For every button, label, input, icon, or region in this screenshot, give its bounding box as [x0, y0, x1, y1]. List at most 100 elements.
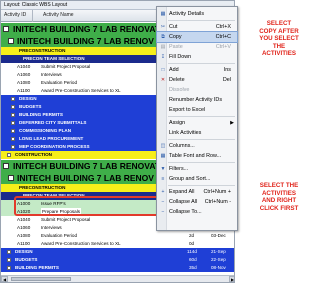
menu-item-cut[interactable]: ✂ Cut Ctrl+X — [157, 22, 237, 32]
wbs-name: BUDGETS — [15, 257, 38, 262]
annotation-note-bottom: SELECT THE ACTIVITIES AND RIGHT CLICK FI… — [259, 182, 299, 212]
menu-item-group-sort[interactable]: ≡ Group and Sort... — [157, 174, 237, 184]
wbs-row-precon-team[interactable]: PRECON TEAM SELECTION — [1, 55, 158, 63]
collapse-toggle[interactable] — [3, 163, 9, 169]
activity-name: Submit Project Proposal — [41, 217, 91, 222]
menu-item-renumber[interactable]: Renumber Activity IDs — [157, 95, 237, 105]
menu-item-export-excel[interactable]: Export to Excel — [157, 105, 237, 115]
wbs-row-design[interactable]: DESIGN — [1, 95, 158, 103]
expand-toggle[interactable] — [11, 137, 15, 141]
menu-item-assign[interactable]: Assign ▶ — [157, 118, 237, 128]
wbs-row-building-permits[interactable]: BUILDING PERMITS — [1, 111, 158, 119]
menu-item-label: Columns... — [169, 143, 195, 149]
table-row[interactable]: A1080 Evaluation Period 2d 03-Dec — [1, 232, 234, 240]
table-row[interactable]: A1040 Submit Project Proposal — [1, 63, 158, 71]
delete-icon: ✕ — [160, 77, 166, 83]
expand-toggle[interactable] — [7, 250, 11, 254]
expand-toggle[interactable] — [11, 113, 15, 117]
project-band-sub[interactable]: INITECH BUILDING 7 LAB RENOV — [1, 35, 158, 47]
wbs-row-budgets[interactable]: BUDGETS 60d 22-Sep — [1, 256, 234, 264]
expand-toggle[interactable] — [11, 145, 15, 149]
menu-separator — [168, 63, 235, 64]
menu-item-delete[interactable]: ✕ Delete Del — [157, 75, 237, 85]
scissors-icon: ✂ — [160, 24, 166, 30]
wbs-name: LONG LEAD PROCUREMENT — [19, 136, 84, 141]
menu-separator — [168, 185, 235, 186]
menu-item-activity-details[interactable]: ▦ Activity Details — [157, 9, 237, 19]
menu-item-expand-all[interactable]: + Expand All Ctrl+Num + — [157, 187, 237, 197]
menu-item-copy[interactable]: ⧉ Copy Ctrl+C — [156, 31, 238, 43]
menu-item-label: Activity Details — [169, 11, 205, 17]
layout-label: Layout: Classic WBS Layout — [4, 2, 68, 8]
collapse-toggle[interactable] — [3, 26, 9, 32]
table-row[interactable]: A1060 Interviews — [1, 71, 158, 79]
menu-item-table-font[interactable]: ▦ Table Font and Row... — [157, 151, 237, 161]
scroll-thumb[interactable] — [11, 277, 71, 281]
menu-separator — [168, 162, 235, 163]
expand-toggle[interactable] — [7, 258, 11, 262]
wbs-row-deferred-city[interactable]: DEFERRED CITY SUBMITTALS — [1, 119, 158, 127]
activity-id: A1040 — [17, 217, 31, 222]
columns-icon: ◫ — [160, 143, 166, 149]
duration: 35d — [189, 265, 197, 270]
menu-item-link-activities[interactable]: Link Activities — [157, 128, 237, 138]
wbs-row-mep[interactable]: MEP COORDINATION PROCESS — [1, 143, 158, 151]
expand-toggle[interactable] — [11, 105, 15, 109]
selection-highlight — [14, 196, 164, 216]
paste-icon: ▤ — [160, 44, 166, 50]
menu-item-label: Collapse All — [169, 199, 198, 205]
menu-item-shortcut: Ins — [223, 67, 231, 73]
project-band-sub-label: INITECH BUILDING 7 LAB RENOV — [17, 36, 154, 46]
table-row[interactable]: A1100 Award Pre-Construction Services to… — [1, 240, 234, 248]
table-row[interactable]: A1100 Award Pre-Construction Services to… — [1, 87, 158, 95]
menu-item-shortcut: Ctrl+X — [215, 24, 231, 30]
start-date: 08-Nov — [211, 265, 226, 270]
wbs-row-long-lead[interactable]: LONG LEAD PROCUREMENT — [1, 135, 158, 143]
menu-item-collapse-all[interactable]: − Collapse All Ctrl+Num - — [157, 197, 237, 207]
project-band[interactable]: INITECH BUILDING 7 LAB RENOVAT — [1, 160, 158, 172]
scroll-left-button[interactable]: ◀ — [1, 276, 8, 282]
collapse-toggle[interactable] — [8, 38, 14, 44]
menu-item-fill-down[interactable]: ↧ Fill Down — [157, 52, 237, 62]
activity-id: A1060 — [17, 72, 31, 77]
wbs-name: CONSTRUCTION — [15, 152, 53, 157]
wbs-row-construction[interactable]: CONSTRUCTION — [1, 151, 158, 159]
wbs-row-design[interactable]: DESIGN 114d 21-Sep — [1, 248, 234, 256]
expand-toggle[interactable] — [11, 129, 15, 133]
wbs-row-commissioning[interactable]: COMMISSIONING PLAN — [1, 127, 158, 135]
collapse-toggle[interactable] — [8, 175, 14, 181]
horizontal-scrollbar[interactable]: ◀ ▶ — [1, 275, 234, 282]
menu-item-label: Fill Down — [169, 54, 192, 60]
wbs-row-budgets[interactable]: BUDGETS — [1, 103, 158, 111]
wbs-row-preconstruction[interactable]: PRECONSTRUCTION — [1, 47, 158, 55]
wbs-name: MEP COORDINATION PROCESS — [19, 144, 90, 149]
activity-id: A1080 — [17, 80, 31, 85]
wbs-row-building-permits[interactable]: BUILDING PERMITS 35d 08-Nov — [1, 264, 234, 272]
collapse-to-icon: − — [161, 209, 165, 215]
menu-item-dissolve[interactable]: Dissolve — [157, 85, 237, 95]
expand-all-icon: + — [161, 189, 165, 195]
menu-item-columns[interactable]: ◫ Columns... — [157, 141, 237, 151]
expand-toggle[interactable] — [11, 121, 15, 125]
menu-item-label: Table Font and Row... — [169, 153, 222, 159]
menu-item-label: Dissolve — [169, 87, 190, 93]
column-header-activity-id[interactable]: Activity ID — [4, 12, 26, 18]
project-band-sub[interactable]: INITECH BUILDING 7 LAB RENOV — [1, 172, 158, 184]
menu-item-add[interactable]: □ Add Ins — [157, 65, 237, 75]
menu-item-filters[interactable]: ▼ Filters... — [157, 164, 237, 174]
wbs-row-preconstruction[interactable]: PRECONSTRUCTION — [1, 184, 158, 192]
menu-separator — [168, 116, 235, 117]
activity-name: Interviews — [41, 72, 62, 77]
table-font-icon: ▦ — [160, 153, 166, 159]
column-header-activity-name[interactable]: Activity Name — [43, 12, 74, 18]
expand-toggle[interactable] — [7, 153, 11, 157]
column-divider[interactable] — [32, 10, 33, 22]
filter-icon: ▼ — [160, 166, 166, 172]
expand-toggle[interactable] — [7, 266, 11, 270]
table-row[interactable]: A1080 Evaluation Period — [1, 79, 158, 87]
scroll-right-button[interactable]: ▶ — [229, 276, 234, 282]
project-band-label: INITECH BUILDING 7 LAB RENOVAT — [13, 24, 161, 34]
expand-toggle[interactable] — [11, 97, 15, 101]
menu-item-collapse-to[interactable]: − Collapse To... — [157, 207, 237, 217]
menu-item-paste[interactable]: ▤ Paste Ctrl+V — [157, 42, 237, 52]
